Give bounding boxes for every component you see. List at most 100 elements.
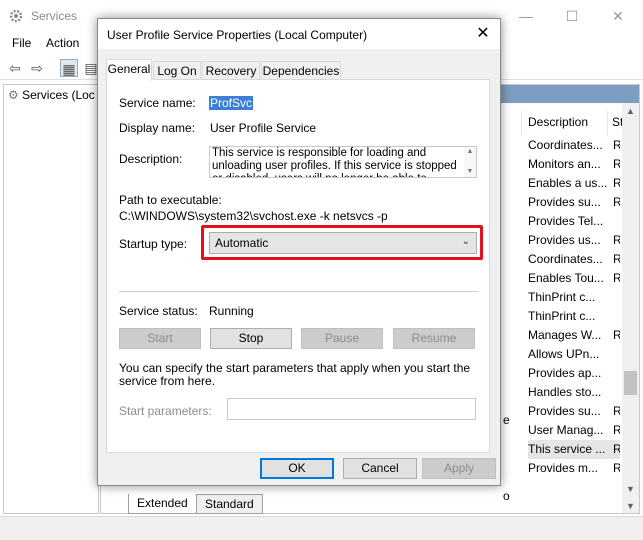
- table-row[interactable]: Provides m... Ru: [528, 459, 620, 478]
- start-button[interactable]: Start: [119, 328, 201, 349]
- separator: [119, 291, 478, 292]
- partial-cell-text: e: [503, 413, 510, 427]
- row-description: This service ...: [528, 442, 606, 456]
- tab-standard[interactable]: Standard: [196, 494, 263, 514]
- row-description: Handles sto...: [528, 385, 602, 399]
- table-row[interactable]: Allows UPn...: [528, 345, 620, 364]
- table-row[interactable]: Monitors an... Ru: [528, 155, 620, 174]
- start-params-input[interactable]: [227, 398, 476, 420]
- description-label: Description:: [119, 152, 183, 166]
- tab-dependencies[interactable]: Dependencies: [261, 61, 341, 80]
- table-row[interactable]: Coordinates... Ru: [528, 136, 620, 155]
- pause-button[interactable]: Pause: [301, 328, 383, 349]
- table-row[interactable]: User Manag... Ru: [528, 421, 620, 440]
- table-row[interactable]: ThinPrint c...: [528, 307, 620, 326]
- menu-file[interactable]: File: [12, 36, 31, 50]
- scroll-end-arrow-icon[interactable]: ▼: [622, 498, 639, 513]
- table-row[interactable]: Provides Tel...: [528, 212, 620, 231]
- table-row[interactable]: Provides su... Ru: [528, 402, 620, 421]
- description-scrollbar[interactable]: ▲ ▼: [464, 147, 476, 177]
- stop-button[interactable]: Stop: [210, 328, 292, 349]
- table-row[interactable]: This service ... Ru: [528, 440, 620, 459]
- column-divider[interactable]: [521, 111, 522, 135]
- table-row[interactable]: ThinPrint c...: [528, 288, 620, 307]
- column-header-description[interactable]: Description: [528, 115, 588, 129]
- tab-log-on[interactable]: Log On: [153, 61, 201, 80]
- row-status: Ru: [613, 233, 620, 247]
- row-description: Provides su...: [528, 195, 601, 209]
- row-description: Allows UPn...: [528, 347, 600, 361]
- ok-button[interactable]: OK: [260, 458, 334, 479]
- row-description: Monitors an...: [528, 157, 601, 171]
- service-name-value[interactable]: ProfSvc: [209, 96, 254, 110]
- close-window-button[interactable]: ✕: [595, 0, 641, 32]
- table-row[interactable]: Provides ap...: [528, 364, 620, 383]
- tree-gear-icon: ⚙: [8, 88, 19, 102]
- menu-action[interactable]: Action: [46, 36, 79, 50]
- maximize-button[interactable]: ☐: [549, 0, 595, 32]
- startup-type-label: Startup type:: [119, 237, 188, 251]
- row-description: Manages W...: [528, 328, 602, 342]
- tab-recovery[interactable]: Recovery: [202, 61, 260, 80]
- service-name-label: Service name:: [119, 96, 196, 110]
- status-bar: [0, 516, 643, 540]
- description-textbox[interactable]: This service is responsible for loading …: [209, 146, 477, 178]
- scroll-down-arrow-icon[interactable]: ▼: [622, 481, 639, 498]
- table-row[interactable]: Enables Tou... Ru: [528, 269, 620, 288]
- row-description: Coordinates...: [528, 138, 603, 152]
- row-status: Ru: [613, 176, 620, 190]
- display-name-label: Display name:: [119, 121, 196, 135]
- start-params-label: Start parameters:: [119, 404, 212, 418]
- row-description: Enables Tou...: [528, 271, 604, 285]
- scroll-thumb[interactable]: [624, 371, 637, 395]
- general-tab-panel: Service name: ProfSvc Display name: User…: [106, 79, 490, 453]
- tree-item-services[interactable]: ⚙ Services (Loc: [8, 88, 95, 102]
- table-row[interactable]: Enables a us... Ru: [528, 174, 620, 193]
- row-status: Ru: [613, 423, 620, 437]
- resume-button[interactable]: Resume: [393, 328, 475, 349]
- minimize-button[interactable]: —: [503, 0, 549, 32]
- row-description: Provides m...: [528, 461, 599, 475]
- cancel-button[interactable]: Cancel: [343, 458, 417, 479]
- tab-extended[interactable]: Extended: [128, 494, 197, 514]
- service-status-label: Service status:: [119, 304, 198, 318]
- vertical-scrollbar[interactable]: ▲ ▼ ▼: [622, 103, 639, 513]
- row-status: Ru: [613, 138, 620, 152]
- table-row[interactable]: Handles sto...: [528, 383, 620, 402]
- console-tree-icon[interactable]: ▦: [60, 59, 78, 77]
- table-row[interactable]: Provides us... Ru: [528, 231, 620, 250]
- path-label: Path to executable:: [119, 193, 222, 207]
- tree-item-label: Services (Loc: [22, 88, 95, 102]
- column-divider[interactable]: [607, 111, 608, 135]
- table-row[interactable]: Provides su... Ru: [528, 193, 620, 212]
- row-status: Ru: [613, 271, 620, 285]
- row-status: Ru: [613, 328, 620, 342]
- row-status: Ru: [613, 404, 620, 418]
- row-description: Provides su...: [528, 404, 601, 418]
- path-value[interactable]: C:\WINDOWS\system32\svchost.exe -k netsv…: [119, 209, 388, 223]
- row-description: ThinPrint c...: [528, 290, 596, 304]
- apply-button[interactable]: Apply: [422, 458, 496, 479]
- dialog-close-icon[interactable]: ✕: [466, 19, 500, 49]
- row-description: ThinPrint c...: [528, 309, 596, 323]
- back-arrow-icon[interactable]: ⇦: [6, 59, 24, 77]
- red-highlight-box: [201, 225, 483, 260]
- partial-cell-text: o: [503, 489, 510, 503]
- tab-general[interactable]: General: [106, 59, 152, 81]
- row-description: Provides Tel...: [528, 214, 604, 228]
- row-description: Provides ap...: [528, 366, 602, 380]
- row-status: Ru: [613, 195, 620, 209]
- table-row[interactable]: Manages W... Ru: [528, 326, 620, 345]
- properties-dialog: User Profile Service Properties (Local C…: [97, 18, 501, 486]
- description-text: This service is responsible for loading …: [212, 147, 457, 177]
- services-gear-icon: [9, 9, 23, 23]
- row-status: Ru: [613, 157, 620, 171]
- forward-arrow-icon[interactable]: ⇨: [28, 59, 46, 77]
- scroll-up-arrow-icon[interactable]: ▲: [622, 103, 639, 120]
- dialog-title: User Profile Service Properties (Local C…: [107, 28, 368, 42]
- row-description: User Manag...: [528, 423, 604, 437]
- display-name-value[interactable]: User Profile Service: [210, 121, 316, 135]
- start-params-info: You can specify the start parameters tha…: [119, 361, 471, 388]
- table-row[interactable]: Coordinates... Ru: [528, 250, 620, 269]
- row-description: Enables a us...: [528, 176, 608, 190]
